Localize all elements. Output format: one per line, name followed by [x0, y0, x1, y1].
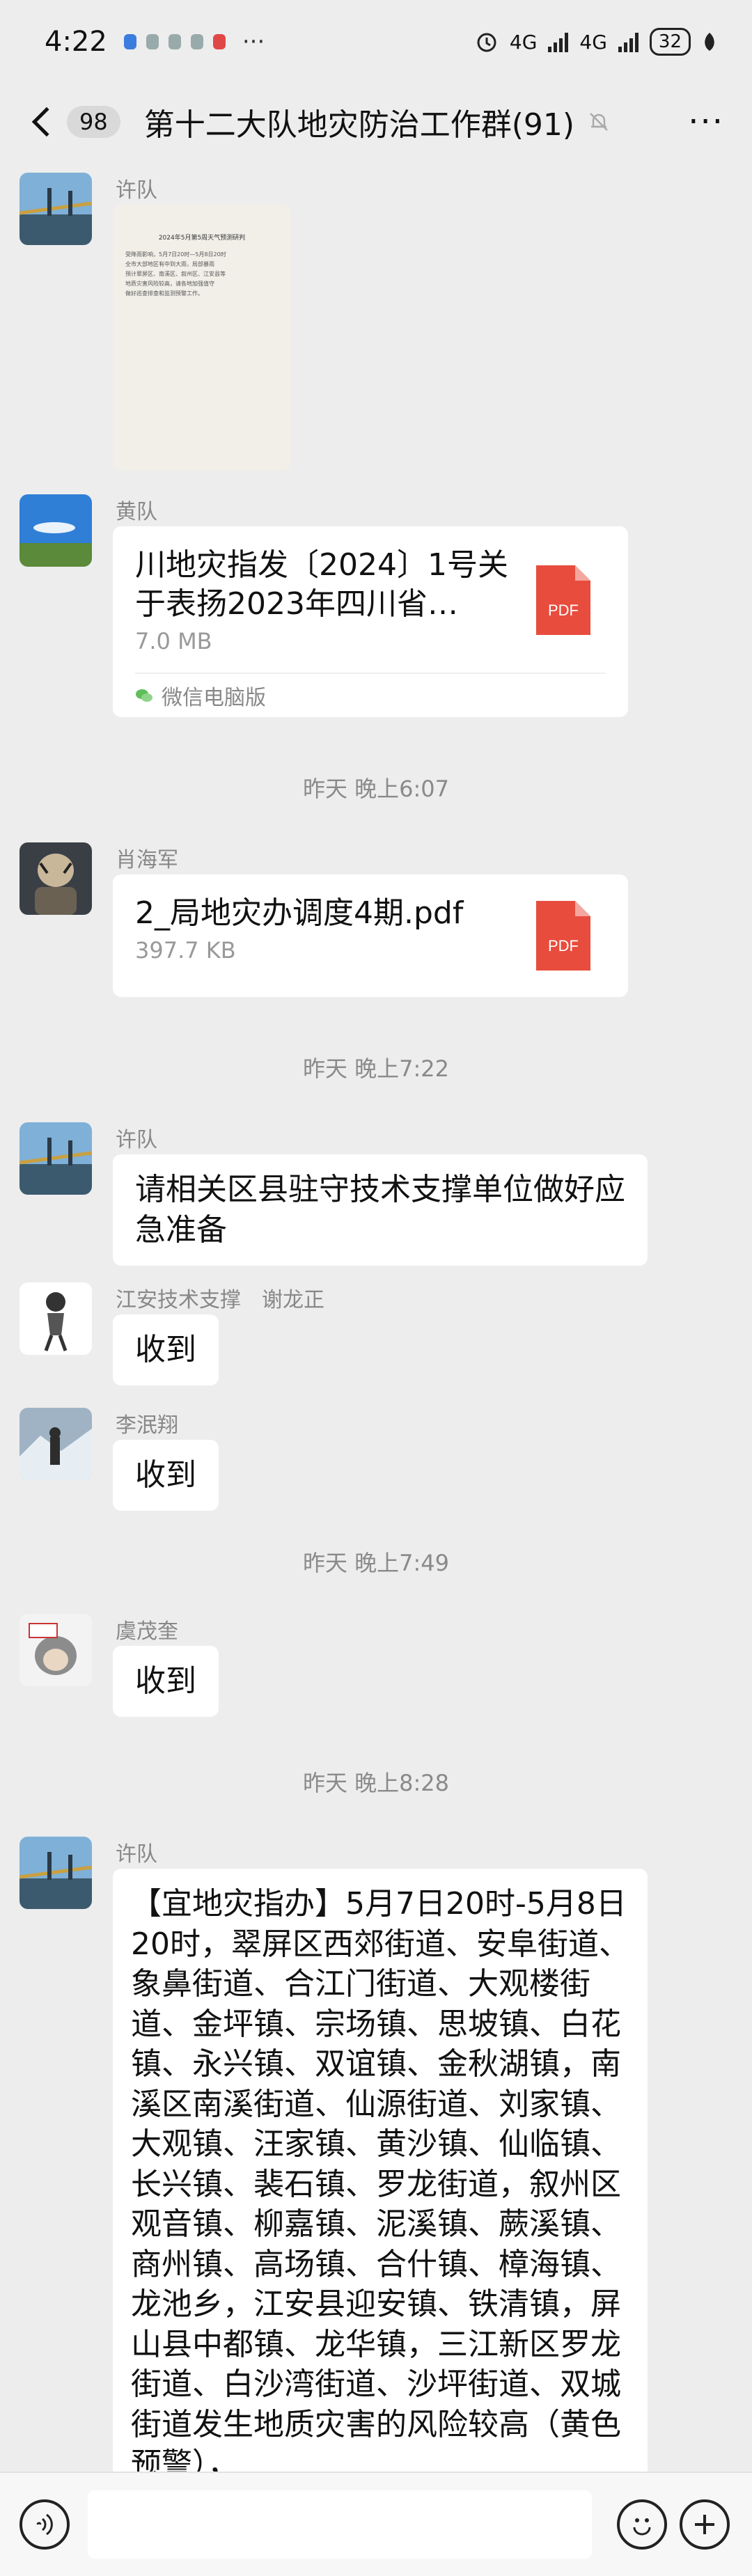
status-bar: 4:22 ··· 4G 4G 32 [0, 0, 752, 84]
message-list[interactable]: 许队 2024年5月第5周天气预测研判 受降雨影响，5月7日20时—5月8日20… [0, 160, 752, 2472]
avatar[interactable] [19, 1282, 92, 1355]
doc-line: 全市大部地区有中到大雨，局部暴雨 [125, 261, 214, 267]
app-notification-icon [123, 34, 136, 49]
app-notification-icon [190, 34, 203, 49]
message-input[interactable] [88, 2490, 592, 2559]
timestamp-divider: 昨天 晚上6:07 [302, 776, 450, 802]
doc-line: 受降雨影响，5月7日20时—5月8日20时 [125, 251, 226, 258]
doc-line: 地质灾害风险较高，请各地加强值守 [125, 281, 214, 287]
mute-bell-icon [587, 110, 611, 134]
signal-icon [618, 31, 639, 52]
sender-name: 黄队 [116, 500, 157, 524]
doc-title: 2024年5月第5周天气预测研判 [158, 235, 246, 242]
avatar[interactable] [19, 173, 92, 245]
timestamp-divider: 昨天 晚上8:28 [302, 1770, 450, 1796]
signal-icon [548, 31, 569, 52]
message-bubble[interactable]: 【宜地灾指办】5月7日20时-5月8日20时，翠屏区西郊街道、安阜街道、象鼻街道… [113, 1869, 648, 2472]
file-source: 微信电脑版 [135, 673, 606, 717]
file-size: 397.7 KB [135, 937, 236, 964]
network-label: 4G [579, 30, 607, 54]
avatar[interactable] [19, 842, 92, 915]
sender-name: 许队 [116, 1842, 157, 1867]
sender-name: 江安技术支撑 谢龙正 [116, 1288, 324, 1312]
avatar[interactable] [19, 494, 92, 567]
more-options-icon[interactable]: ··· [688, 102, 724, 141]
pdf-label: PDF [548, 602, 579, 619]
chat-header: 98 第十二大队地灾防治工作群(91) ··· [0, 84, 752, 160]
pdf-file-icon: PDF [536, 565, 590, 635]
file-size: 7.0 MB [135, 628, 212, 654]
message-bubble[interactable]: 请相关区县驻守技术支撑单位做好应急准备 [113, 1154, 648, 1266]
message-bubble[interactable]: 收到 [113, 1646, 219, 1717]
pdf-file-icon: PDF [536, 901, 590, 971]
sender-name: 李泯翔 [116, 1413, 178, 1438]
avatar[interactable] [19, 1122, 92, 1195]
network-label: 4G [509, 30, 538, 54]
emoji-button[interactable] [617, 2499, 667, 2550]
sender-name: 许队 [116, 1128, 157, 1152]
message-bubble[interactable]: 收到 [113, 1440, 219, 1511]
message-text-content: 【宜地灾指办】5月7日20时-5月8日20时，翠屏区西郊街道、安阜街道、象鼻街道… [131, 1886, 629, 2472]
alarm-icon [477, 33, 496, 52]
smiley-icon [633, 2518, 651, 2536]
message-text-content: 收到 [135, 1663, 196, 1699]
file-card[interactable]: 2_局地灾办调度4期.pdf 397.7 KB PDF [113, 874, 628, 997]
battery-indicator: 32 [649, 28, 691, 56]
back-arrow-icon[interactable] [31, 107, 62, 137]
more-actions-button[interactable] [680, 2499, 730, 2550]
sender-name: 许队 [116, 178, 157, 203]
message-text-content: 收到 [135, 1457, 196, 1493]
status-time: 4:22 [45, 26, 107, 58]
avatar[interactable] [19, 1408, 92, 1480]
timestamp-divider: 昨天 晚上7:49 [302, 1550, 450, 1576]
unread-count-badge[interactable]: 98 [67, 106, 120, 138]
file-card[interactable]: 川地灾指发〔2024〕1号关于表扬2023年四川省… 7.0 MB PDF 微信… [113, 526, 628, 717]
message-text-content: 请相关区县驻守技术支撑单位做好应急准备 [135, 1172, 625, 1248]
sender-name: 虞茂奎 [116, 1619, 178, 1644]
status-indicators: 4G 4G 32 [475, 28, 717, 56]
plus-icon [695, 2515, 714, 2534]
notification-icons: ··· [123, 28, 265, 56]
app-notification-icon [146, 34, 159, 49]
leaf-icon [705, 33, 714, 51]
app-notification-icon [212, 34, 226, 49]
message-bubble[interactable]: 收到 [113, 1314, 219, 1385]
more-notifications-icon: ··· [242, 28, 265, 56]
input-bar [0, 2472, 752, 2576]
voice-icon [36, 2513, 53, 2536]
avatar[interactable] [19, 1614, 92, 1686]
voice-input-button[interactable] [19, 2499, 70, 2550]
avatar[interactable] [19, 1837, 92, 1909]
file-source-label: 微信电脑版 [162, 686, 266, 710]
pdf-label: PDF [548, 937, 579, 955]
doc-line: 做好巡查排查和监测预警工作。 [125, 290, 203, 297]
sender-name: 肖海军 [116, 848, 178, 872]
timestamp-divider: 昨天 晚上7:22 [302, 1055, 450, 1082]
message-text-content: 收到 [135, 1332, 196, 1367]
app-notification-icon [168, 34, 181, 49]
doc-line: 预计翠屏区、南溪区、叙州区、江安县等 [125, 271, 226, 277]
file-name: 川地灾指发〔2024〕1号关于表扬2023年四川省… [135, 547, 508, 622]
file-name: 2_局地灾办调度4期.pdf [135, 895, 464, 931]
image-thumbnail[interactable]: 2024年5月第5周天气预测研判 受降雨影响，5月7日20时—5月8日20时 全… [113, 205, 291, 471]
wechat-icon [136, 689, 152, 702]
chat-title: 第十二大队地灾防治工作群(91) [143, 107, 575, 143]
